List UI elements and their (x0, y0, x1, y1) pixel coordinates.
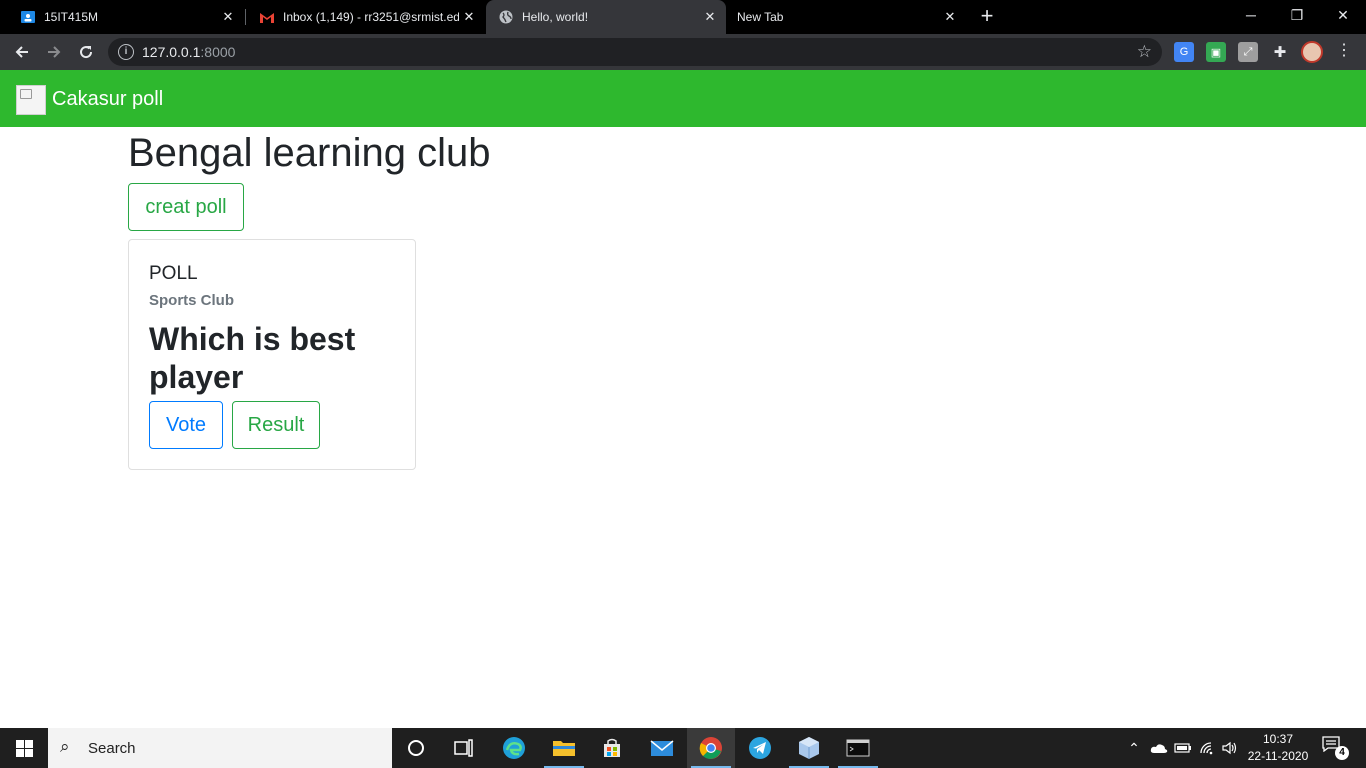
battery-icon[interactable] (1172, 728, 1194, 768)
wifi-icon[interactable] (1196, 728, 1218, 768)
store-icon[interactable] (588, 728, 636, 768)
reload-button[interactable] (72, 38, 100, 66)
edge-icon[interactable] (490, 728, 538, 768)
search-placeholder: Search (88, 740, 136, 757)
address-bar[interactable]: i 127.0.0.1:8000 ☆ (108, 38, 1162, 66)
box-app-icon[interactable] (785, 728, 833, 768)
site-info-icon[interactable]: i (118, 44, 134, 60)
url-host: 127.0.0.1 (142, 44, 201, 60)
task-view-icon[interactable] (440, 728, 488, 768)
site-brand[interactable]: Cakasur poll (52, 88, 163, 111)
tab-new-tab[interactable]: New Tab ✕ (726, 0, 966, 34)
tab-hello-world[interactable]: Hello, world! ✕ (486, 0, 726, 34)
globe-icon (498, 9, 514, 25)
new-tab-button[interactable]: + (975, 4, 999, 28)
close-tab-icon[interactable]: ✕ (700, 9, 720, 25)
tab-title: Hello, world! (522, 10, 589, 24)
arrow-right-icon (48, 46, 61, 58)
windows-taskbar: ⌕ Search ⌃ 10:37 22-11-2020 4 (0, 728, 1366, 768)
restore-button[interactable]: ❐ (1274, 0, 1320, 30)
reload-icon (80, 46, 93, 59)
terminal-icon[interactable] (834, 728, 882, 768)
extension-grey-icon[interactable]: ⤢ (1238, 42, 1258, 62)
windows-logo-icon (15, 739, 33, 757)
taskbar-search[interactable]: ⌕ Search (48, 728, 392, 768)
show-hidden-icons-icon[interactable]: ⌃ (1124, 728, 1144, 768)
minimize-button[interactable]: ─ (1228, 0, 1274, 30)
arrow-left-icon (15, 46, 28, 58)
bookmark-star-icon[interactable]: ☆ (1137, 42, 1152, 62)
close-window-button[interactable]: ✕ (1320, 0, 1366, 30)
telegram-icon[interactable] (736, 728, 784, 768)
search-icon: ⌕ (60, 737, 70, 756)
tab-title: New Tab (737, 10, 784, 24)
notification-center-icon[interactable]: 4 (1322, 736, 1349, 760)
browser-tab-strip: 15IT415M ✕ Inbox (1,149) - rr3251@srmist… (0, 0, 1366, 34)
profile-avatar[interactable] (1301, 41, 1323, 63)
poll-card-subtitle: Sports Club (149, 292, 234, 309)
browser-toolbar: i 127.0.0.1:8000 ☆ G ▣ ⤢ ✚ ⋮ (0, 34, 1366, 70)
url-text[interactable]: 127.0.0.1:8000 (142, 44, 235, 60)
google-translate-icon[interactable]: G (1174, 42, 1194, 62)
file-explorer-icon[interactable] (540, 728, 588, 768)
tab-gmail-inbox[interactable]: Inbox (1,149) - rr3251@srmist.ed ✕ (239, 0, 485, 34)
forward-button[interactable] (40, 38, 68, 66)
mail-icon[interactable] (638, 728, 686, 768)
tab-15it415m[interactable]: 15IT415M ✕ (0, 0, 244, 34)
clock-date: 22-11-2020 (1247, 749, 1309, 763)
poll-card: POLL Sports Club Which is best player Vo… (128, 239, 416, 470)
close-tab-icon[interactable]: ✕ (459, 9, 479, 25)
clock-time: 10:37 (1262, 732, 1294, 746)
poll-question: Which is best player (149, 321, 356, 395)
tab-title: 15IT415M (44, 10, 99, 24)
tab-title: Inbox (1,149) - rr3251@srmist.ed (283, 10, 459, 24)
vote-button[interactable]: Vote (149, 401, 223, 449)
system-clock[interactable]: 10:37 22-11-2020 (1240, 731, 1316, 765)
chrome-menu-icon[interactable]: ⋮ (1336, 40, 1352, 60)
close-tab-icon[interactable]: ✕ (940, 9, 960, 25)
poll-card-title: POLL (149, 263, 198, 284)
puzzle-extensions-icon[interactable]: ✚ (1270, 42, 1290, 62)
extension-green-icon[interactable]: ▣ (1206, 42, 1226, 62)
page-title: Bengal learning club (128, 131, 491, 175)
cortana-icon[interactable] (392, 728, 440, 768)
notification-count-badge: 4 (1335, 746, 1349, 760)
chrome-icon[interactable] (687, 728, 735, 768)
broken-logo-image[interactable] (16, 85, 46, 115)
back-button[interactable] (8, 38, 36, 66)
close-tab-icon[interactable]: ✕ (218, 9, 238, 25)
site-navbar: Cakasur poll (0, 70, 1366, 127)
onedrive-cloud-icon[interactable] (1148, 728, 1170, 768)
url-port: :8000 (200, 44, 236, 60)
create-poll-button[interactable]: creat poll (128, 183, 244, 231)
google-classroom-icon (20, 9, 36, 25)
start-button[interactable] (0, 728, 48, 768)
result-button[interactable]: Result (232, 401, 320, 449)
gmail-icon (259, 9, 275, 25)
volume-icon[interactable] (1220, 728, 1240, 768)
